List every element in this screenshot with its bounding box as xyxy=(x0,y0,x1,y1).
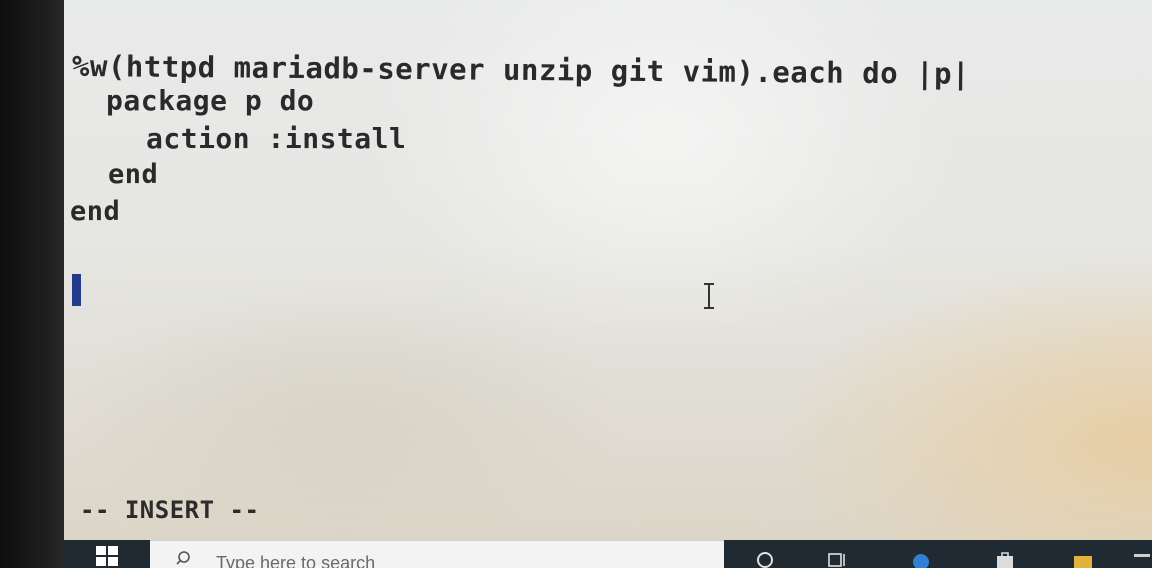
folder-icon[interactable] xyxy=(1072,548,1094,568)
search-icon xyxy=(176,551,190,565)
ibeam-mouse-cursor-icon xyxy=(704,283,714,309)
task-view-icon[interactable] xyxy=(826,548,848,568)
code-line-5: end xyxy=(70,196,121,227)
vim-mode-indicator: -- INSERT -- xyxy=(80,496,260,524)
taskbar-search-box[interactable]: Type here to search xyxy=(150,540,724,568)
taskbar: Type here to search xyxy=(64,540,1152,568)
cortana-icon[interactable] xyxy=(754,548,776,568)
photo-of-screen: %w(httpd mariadb-server unzip git vim).e… xyxy=(0,0,1152,568)
taskbar-app-icon[interactable] xyxy=(1130,548,1152,568)
search-placeholder: Type here to search xyxy=(216,553,376,568)
monitor-bezel xyxy=(0,0,66,568)
text-cursor xyxy=(72,274,81,306)
code-line-3: action :install xyxy=(146,122,407,155)
windows-start-icon[interactable] xyxy=(94,544,120,568)
code-line-4: end xyxy=(108,159,159,190)
store-icon[interactable] xyxy=(994,548,1016,568)
code-line-2: package p do xyxy=(106,84,315,117)
edge-icon[interactable] xyxy=(910,548,932,568)
